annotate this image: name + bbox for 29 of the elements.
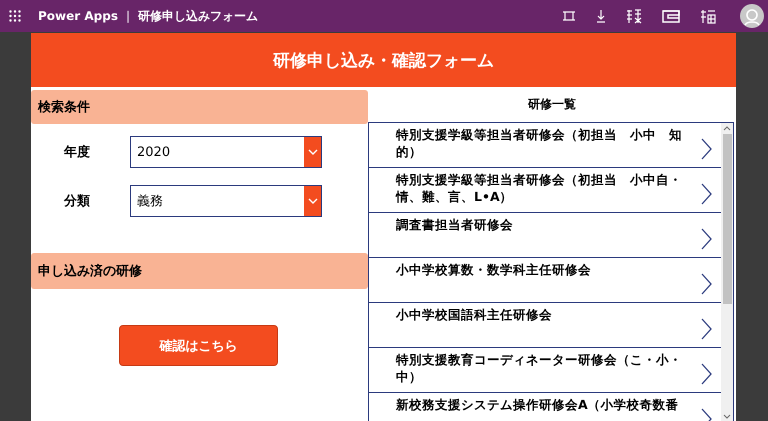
dropdown[interactable]: 2020 [130, 136, 322, 168]
confirm-button[interactable]: 確認はこちら [119, 325, 278, 366]
app-title: 研修申し込みフォーム [138, 8, 258, 24]
app-launcher-icon[interactable] [9, 10, 21, 22]
title-separator: | [126, 9, 130, 23]
scroll-up-icon[interactable] [723, 126, 731, 131]
scrollbar[interactable] [721, 123, 733, 421]
form-header: 研修申し込み・確認フォーム [31, 33, 736, 87]
dropdown[interactable]: 義務 [130, 185, 322, 217]
chevron-right-icon [701, 138, 712, 160]
section-header: 検索条件 [31, 90, 368, 124]
scroll-down-icon[interactable] [723, 414, 731, 419]
list-title: 研修一覧 [526, 96, 577, 113]
chevron-down-icon [308, 198, 318, 204]
chevron-down-icon [308, 149, 318, 155]
panel-icon[interactable] [662, 10, 680, 22]
fit-screen-icon[interactable] [562, 10, 576, 22]
field-label: 分類 [64, 193, 91, 210]
field-label: 年度 [64, 144, 91, 161]
section-header: 申し込み済の研修 [31, 253, 368, 289]
chevron-right-icon [701, 228, 712, 250]
avatar-icon[interactable] [740, 4, 764, 28]
brand-name: Power Apps [38, 9, 118, 23]
chevron-right-icon [701, 363, 712, 385]
chevron-right-icon [701, 273, 712, 295]
chevron-right-icon [701, 183, 712, 205]
download-icon[interactable] [596, 9, 606, 23]
scrollbar-thumb[interactable] [722, 134, 732, 304]
chevron-right-icon [701, 318, 712, 340]
